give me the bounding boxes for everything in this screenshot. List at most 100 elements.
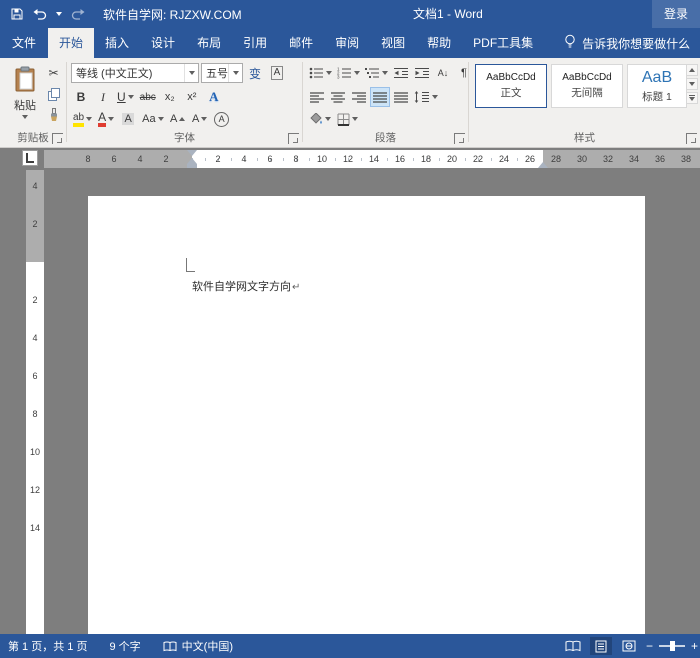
bullets-dropdown-icon[interactable] (326, 71, 332, 75)
font-color-button[interactable]: A (96, 109, 116, 129)
page-indicator[interactable]: 第 1 页，共 1 页 (8, 638, 87, 654)
ribbon-tab[interactable]: 设计 (140, 28, 186, 58)
save-icon[interactable] (10, 7, 24, 21)
zoom-out-button[interactable]: − (646, 639, 653, 653)
vertical-ruler[interactable]: 4 2 2 4 6 8 10 12 14 (26, 170, 44, 634)
styles-scroll-down-button[interactable] (686, 78, 698, 90)
bullets-button[interactable] (307, 63, 334, 83)
format-painter-button[interactable] (44, 105, 63, 124)
font-name-dropdown-icon[interactable] (184, 64, 198, 82)
web-layout-button[interactable] (618, 637, 640, 655)
ribbon-tab[interactable]: 布局 (186, 28, 232, 58)
read-mode-button[interactable] (562, 637, 584, 655)
ribbon-tab[interactable]: 开始 (48, 28, 95, 58)
right-indent-marker[interactable] (538, 162, 548, 168)
left-indent-marker[interactable] (187, 164, 197, 168)
undo-dropdown-icon[interactable] (56, 12, 62, 16)
quick-access-toolbar (0, 7, 85, 21)
style-card-heading1[interactable]: AaB 标题 1 (627, 64, 687, 108)
language-indicator[interactable]: 中文(中国) (163, 638, 233, 654)
align-center-button[interactable] (328, 87, 348, 107)
multilevel-dropdown-icon[interactable] (382, 71, 388, 75)
strikethrough-button[interactable]: abc (138, 87, 158, 107)
ribbon-tab[interactable]: 邮件 (278, 28, 324, 58)
text-effects-button[interactable]: A (204, 87, 224, 107)
horizontal-ruler[interactable]: 8642 2 4 6 8 10 12 14 16 18 20 22 24 26 28 30 32 34 36 38 (44, 150, 700, 168)
print-layout-button[interactable] (589, 637, 612, 655)
align-left-button[interactable] (307, 87, 327, 107)
multilevel-list-button[interactable] (363, 63, 390, 83)
read-mode-icon (565, 640, 581, 652)
distributed-button[interactable] (391, 87, 411, 107)
align-right-button[interactable] (349, 87, 369, 107)
character-shading-button[interactable]: A (118, 109, 138, 129)
cut-button[interactable]: ✂ (44, 63, 63, 82)
shading-button[interactable] (307, 109, 333, 129)
enclose-characters-button[interactable]: A (212, 109, 232, 129)
decrease-indent-button[interactable] (391, 63, 411, 83)
ribbon-tab[interactable]: 视图 (370, 28, 416, 58)
styles-dialog-launcher[interactable] (686, 133, 697, 144)
italic-button[interactable]: I (93, 87, 113, 107)
change-case-dropdown-icon[interactable] (157, 117, 164, 121)
ribbon-tab[interactable]: PDF工具集 (462, 28, 544, 58)
redo-icon[interactable] (71, 8, 85, 20)
tab-stop-selector[interactable] (22, 150, 38, 166)
format-painter-icon (50, 107, 57, 121)
grow-font-button[interactable]: A (168, 109, 188, 129)
document-text-line[interactable]: 软件自学网文字方向↵ (192, 278, 300, 294)
line-spacing-button[interactable] (412, 87, 440, 107)
paste-dropdown-icon[interactable] (22, 115, 28, 119)
style-card-no-spacing[interactable]: AaBbCcDd 无间隔 (551, 64, 623, 108)
sort-button[interactable]: A↓ (433, 63, 453, 83)
change-case-button[interactable]: Aa (140, 109, 165, 129)
highlight-dropdown-icon[interactable] (86, 117, 93, 121)
document-text[interactable]: 软件自学网文字方向 (192, 281, 291, 293)
sign-in-button[interactable]: 登录 (651, 0, 700, 28)
ribbon-tab[interactable]: 审阅 (324, 28, 370, 58)
line-spacing-dropdown-icon[interactable] (432, 95, 438, 99)
paste-button[interactable]: 粘贴 (6, 63, 44, 129)
tab-file[interactable]: 文件 (0, 28, 48, 58)
zoom-slider[interactable] (658, 641, 685, 651)
superscript-button[interactable]: x² (182, 87, 202, 107)
shading-dropdown-icon[interactable] (325, 117, 331, 121)
font-dialog-launcher[interactable] (288, 133, 299, 144)
word-count[interactable]: 9 个字 (109, 638, 140, 654)
font-size-combo[interactable]: 五号 (201, 63, 243, 83)
copy-button[interactable] (44, 84, 63, 103)
underline-button[interactable]: U (115, 87, 136, 107)
font-color-dropdown-icon[interactable] (108, 117, 115, 121)
numbering-dropdown-icon[interactable] (354, 71, 360, 75)
subscript-button[interactable]: x₂ (160, 87, 180, 107)
ribbon-tab[interactable]: 插入 (94, 28, 140, 58)
style-card-normal[interactable]: AaBbCcDd 正文 (475, 64, 547, 108)
undo-icon[interactable] (33, 8, 47, 20)
first-line-indent-marker[interactable] (187, 150, 197, 156)
highlight-color-button[interactable]: ab (71, 109, 94, 129)
zoom-in-button[interactable]: + (691, 639, 698, 653)
ribbon-tab[interactable]: 引用 (232, 28, 278, 58)
borders-dropdown-icon[interactable] (352, 117, 358, 121)
paragraph-dialog-launcher[interactable] (454, 133, 465, 144)
tell-me-box[interactable]: 告诉我你想要做什么 (564, 28, 690, 58)
numbering-button[interactable]: 123 (335, 63, 362, 83)
borders-button[interactable] (335, 109, 360, 129)
shrink-font-button[interactable]: A (190, 109, 210, 129)
word-window: 软件自学网: RJZXW.COM 文档1 - Word 登录 文件 开始 插入 设计… (0, 0, 700, 658)
ribbon-tab[interactable]: 帮助 (416, 28, 462, 58)
justify-button[interactable] (370, 87, 390, 107)
phonetic-guide-button[interactable]: 变 (245, 63, 265, 83)
underline-dropdown-icon[interactable] (127, 95, 134, 99)
styles-scroll-up-button[interactable] (686, 64, 698, 76)
character-border-button[interactable]: A (267, 63, 287, 83)
clipboard-dialog-launcher[interactable] (52, 133, 63, 144)
styles-more-button[interactable] (686, 92, 698, 104)
zoom-slider-handle[interactable] (669, 641, 675, 651)
font-name-combo[interactable]: 等线 (中文正文) (71, 63, 199, 83)
increase-indent-button[interactable] (412, 63, 432, 83)
bold-button[interactable]: B (71, 87, 91, 107)
increase-indent-icon (414, 68, 429, 78)
font-size-dropdown-icon[interactable] (228, 64, 242, 82)
document-page[interactable]: 软件自学网文字方向↵ (88, 196, 645, 634)
